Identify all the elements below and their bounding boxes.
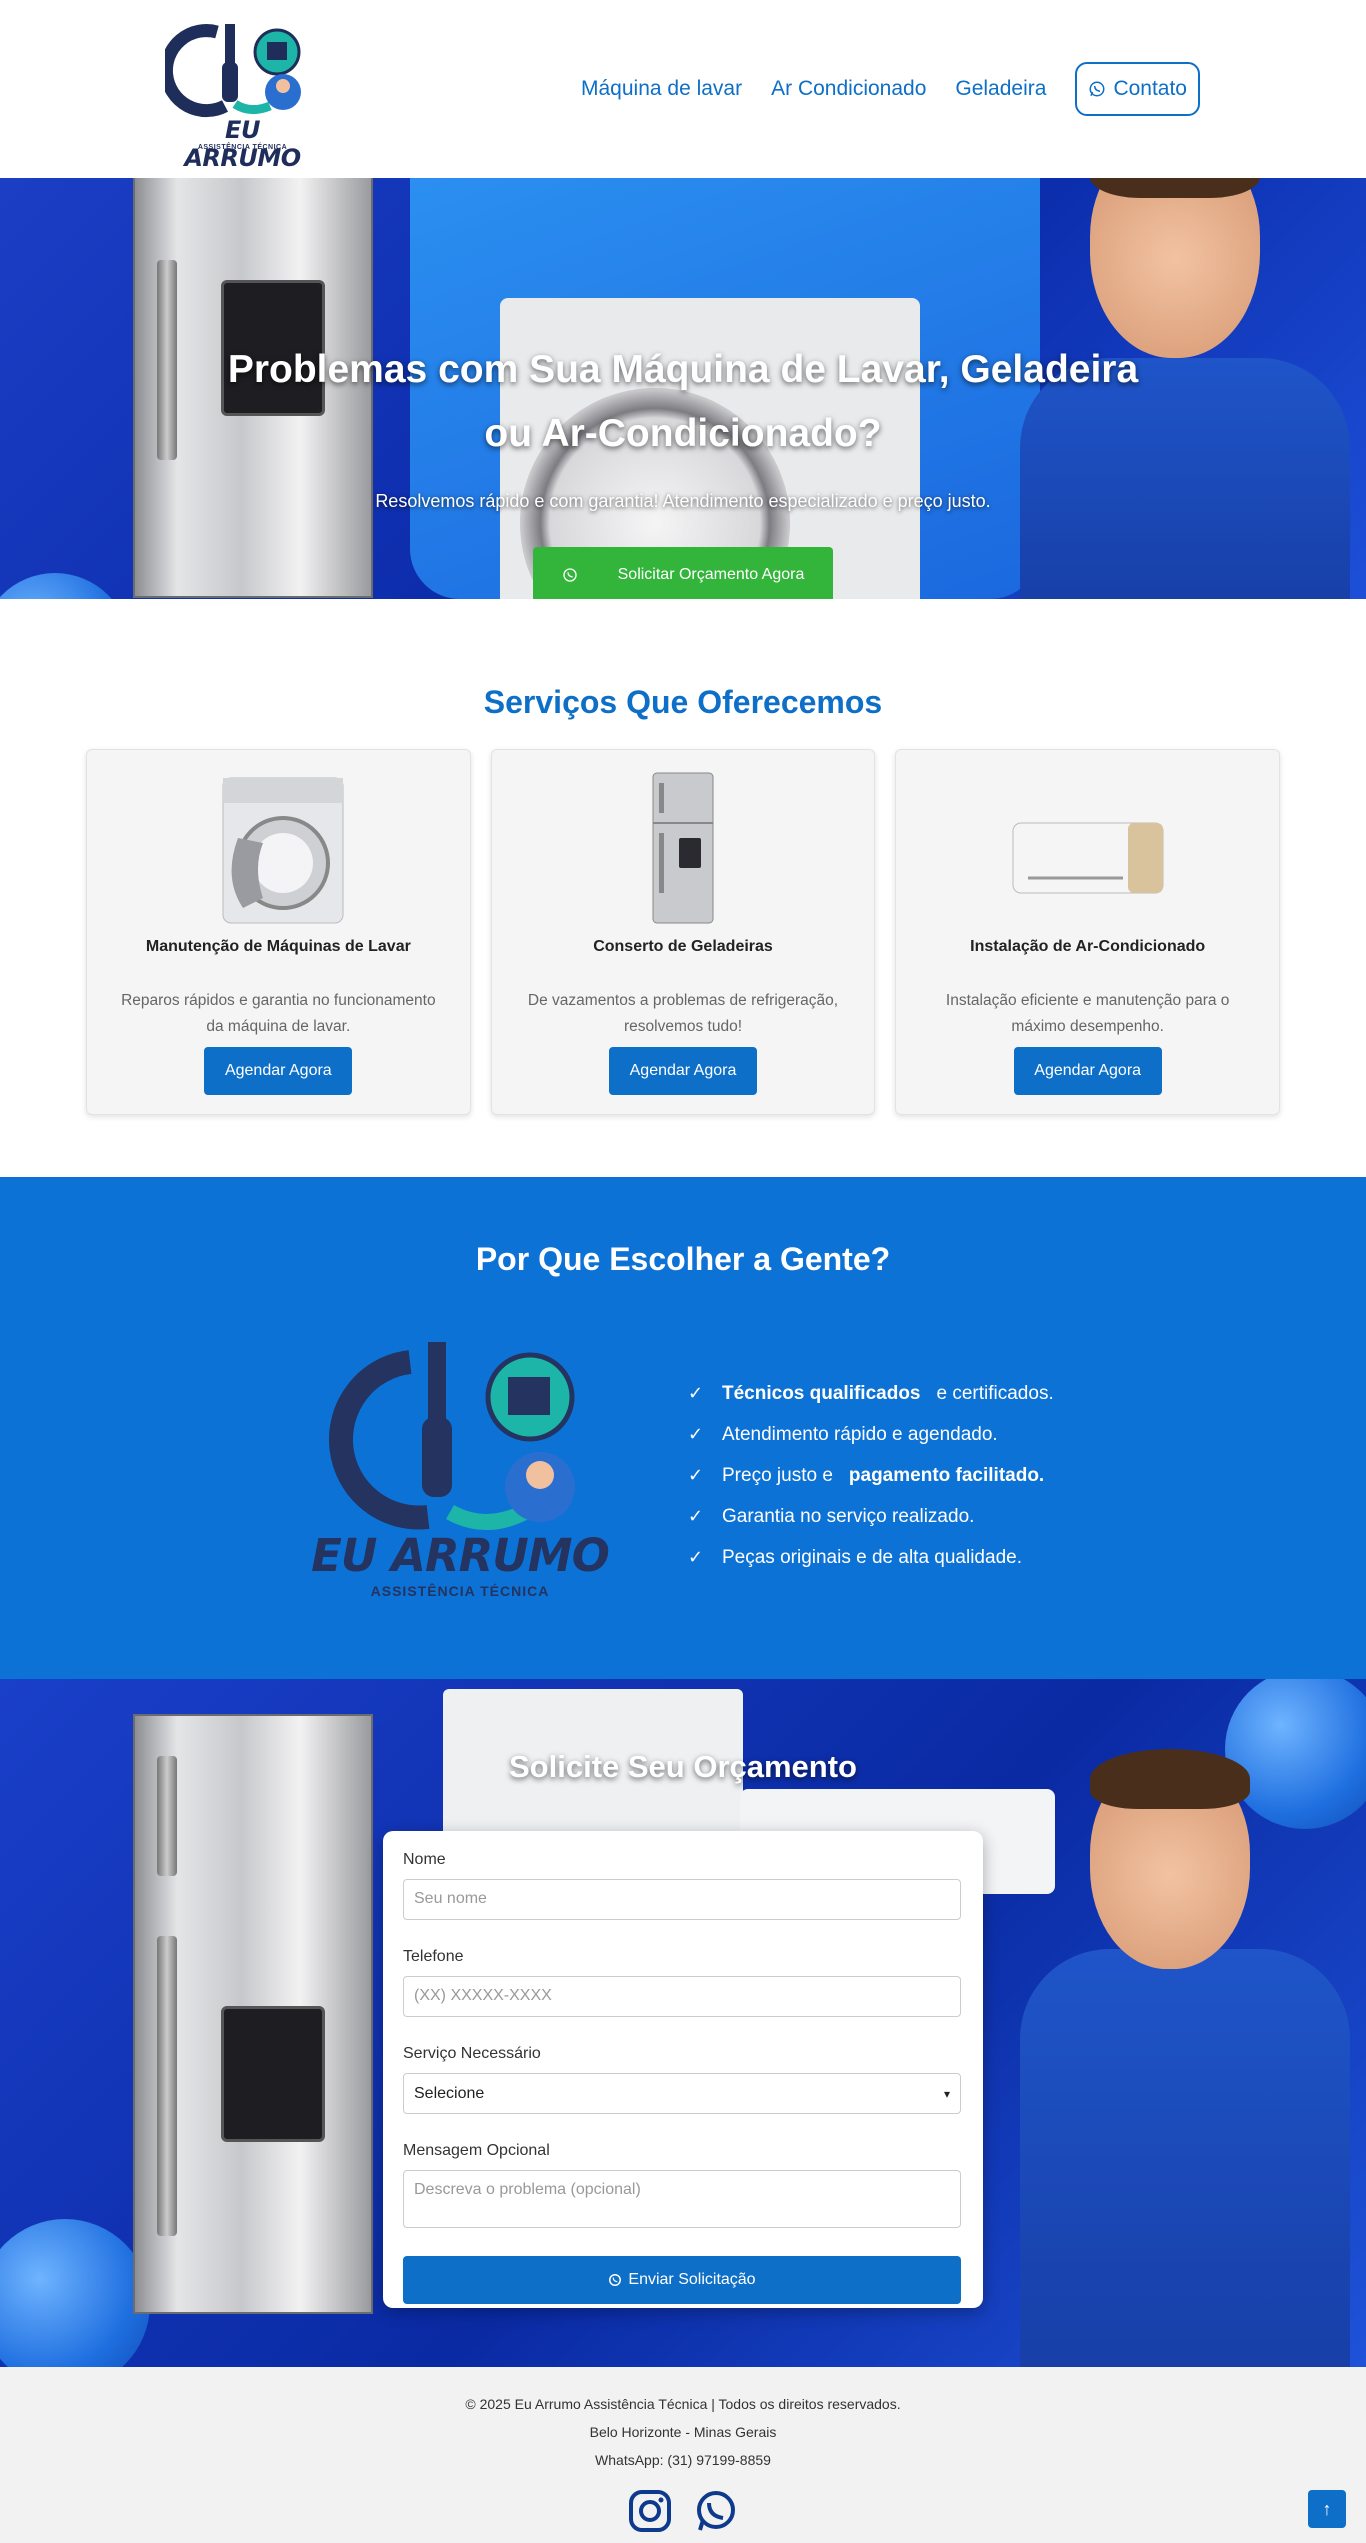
large-logo-tagline: ASSISTÊNCIA TÉCNICA <box>370 1583 550 1599</box>
logo-emblem-icon <box>159 24 301 118</box>
service-card-text: Instalação eficiente e manutenção para o… <box>945 992 1230 1035</box>
check-icon: ✓ <box>688 1547 704 1567</box>
logo-tagline: ASSISTÊNCIA TÉCNICA <box>197 144 288 151</box>
services-section: Serviços Que Oferecemos Manutenção de Má… <box>0 599 1366 1177</box>
check-icon: ✓ <box>688 1424 704 1444</box>
hero-title-line-1: Problemas com Sua Máquina de Lavar, Gela… <box>227 348 1139 391</box>
washing-machine-icon <box>222 777 344 924</box>
location-text: Belo Horizonte - Minas Gerais <box>589 2424 777 2440</box>
why-title: Por Que Escolher a Gente? <box>475 1241 891 1277</box>
whatsapp-icon <box>609 2274 622 2286</box>
service-select[interactable]: Selecione ▾ <box>403 2073 961 2114</box>
chevron-down-icon: ▾ <box>943 2086 950 2101</box>
benefits-list: ✓ Técnicos qualificados e certificados. ✓ A… <box>688 1373 1060 1578</box>
service-label: Serviço Necessário <box>403 2045 541 2062</box>
submit-label: Enviar Solicitação <box>628 2271 756 2288</box>
whatsapp-number: WhatsApp: (31) 97199-8859 <box>595 2452 771 2468</box>
refrigerator-image <box>133 1714 373 2314</box>
whatsapp-icon <box>1089 81 1105 97</box>
service-card-refrigerator: Conserto de Geladeiras De vazamentos a p… <box>490 749 876 1115</box>
air-conditioner-icon <box>1012 822 1164 894</box>
large-logo: EU ARRUMO ASSISTÊNCIA TÉCNICA <box>310 1327 610 1599</box>
services-cards: Manutenção de Máquinas de Lavar Reparos … <box>86 749 1281 1115</box>
schedule-button[interactable]: Agendar Agora <box>609 1047 757 1095</box>
quote-form: Nome Seu nome Telefone (XX) XXXXX-XXXX S… <box>383 1831 983 2308</box>
service-card-title: Instalação de Ar-Condicionado <box>970 938 1206 955</box>
site-footer: © 2025 Eu Arrumo Assistência Técnica | T… <box>0 2367 1366 2543</box>
thumbs-up-bubble-icon <box>0 2219 150 2367</box>
schedule-button[interactable]: Agendar Agora <box>1013 1047 1162 1095</box>
check-icon: ✓ <box>688 1465 704 1485</box>
large-logo-brand: EU ARRUMO <box>311 1529 610 1582</box>
name-input[interactable]: Seu nome <box>403 1879 961 1920</box>
why-us-section: Por Que Escolher a Gente? EU ARRUMO ASSI… <box>0 1177 1366 1679</box>
main-nav: Máquina de lavar Ar Condicionado Geladei… <box>552 62 1200 116</box>
logo-emblem-icon <box>329 1342 575 1530</box>
benefit-item: ✓ Técnicos qualificados e certificados. <box>688 1382 1054 1404</box>
quote-title: Solicite Seu Orçamento <box>509 1749 857 1784</box>
refrigerator-icon <box>652 772 714 924</box>
instagram-icon[interactable] <box>628 2489 672 2533</box>
site-header: EU ARRUMO ASSISTÊNCIA TÉCNICA Máquina de… <box>0 0 1366 178</box>
message-label: Mensagem Opcional <box>403 2142 550 2159</box>
name-label: Nome <box>403 1851 446 1868</box>
whatsapp-icon <box>562 567 577 582</box>
service-card-air-conditioner: Instalação de Ar-Condicionado Instalação… <box>895 749 1281 1115</box>
nav-refrigerator[interactable]: Geladeira <box>955 77 1046 101</box>
whatsapp-icon[interactable] <box>694 2489 738 2533</box>
submit-button[interactable]: Enviar Solicitação <box>403 2256 961 2304</box>
hero-subtitle: Resolvemos rápido e com garantia! Atendi… <box>375 491 991 511</box>
social-links <box>0 2489 1366 2533</box>
request-quote-label: Solicitar Orçamento Agora <box>617 565 805 583</box>
technician-image <box>980 1739 1366 2367</box>
benefit-item: ✓ Preço justo e pagamento facilitado. <box>688 1464 1045 1486</box>
contact-button[interactable]: Contato <box>1075 62 1200 116</box>
site-logo[interactable]: EU ARRUMO ASSISTÊNCIA TÉCNICA <box>159 14 320 172</box>
hero-section: Problemas com Sua Máquina de Lavar, Gela… <box>0 178 1366 599</box>
check-icon: ✓ <box>688 1506 704 1526</box>
message-textarea[interactable]: Descreva o problema (opcional) <box>403 2170 961 2228</box>
back-to-top-button[interactable]: ↑ <box>1308 2490 1346 2528</box>
benefit-item: ✓ Garantia no serviço realizado. <box>688 1505 975 1527</box>
hero-title-line-2: ou Ar-Condicionado? <box>484 412 882 455</box>
benefit-item: ✓ Peças originais e de alta qualidade. <box>688 1546 1022 1568</box>
schedule-button[interactable]: Agendar Agora <box>204 1047 353 1095</box>
contact-label: Contato <box>1113 77 1187 100</box>
request-quote-button[interactable]: Solicitar Orçamento Agora <box>533 547 833 599</box>
services-title: Serviços Que Oferecemos <box>483 684 883 720</box>
phone-input[interactable]: (XX) XXXXX-XXXX <box>403 1976 961 2017</box>
copyright-text: © 2025 Eu Arrumo Assistência Técnica | T… <box>465 2396 901 2412</box>
service-selected-value: Selecione <box>414 2084 485 2102</box>
check-icon: ✓ <box>688 1383 704 1403</box>
nav-washing-machine[interactable]: Máquina de lavar <box>581 77 742 101</box>
benefit-item: ✓ Atendimento rápido e agendado. <box>688 1423 998 1445</box>
thumbs-up-bubble-icon <box>0 573 130 599</box>
nav-air-conditioner[interactable]: Ar Condicionado <box>771 77 926 101</box>
quote-section: Solicite Seu Orçamento Nome Seu nome Tel… <box>0 1679 1366 2367</box>
service-card-text: Reparos rápidos e garantia no funcioname… <box>121 992 436 1035</box>
service-card-title: Manutenção de Máquinas de Lavar <box>145 938 411 955</box>
phone-label: Telefone <box>403 1948 464 1965</box>
service-card-text: De vazamentos a problemas de refrigeraçã… <box>527 992 839 1035</box>
service-card-title: Conserto de Geladeiras <box>593 938 773 955</box>
service-card-washer: Manutenção de Máquinas de Lavar Reparos … <box>86 749 471 1115</box>
